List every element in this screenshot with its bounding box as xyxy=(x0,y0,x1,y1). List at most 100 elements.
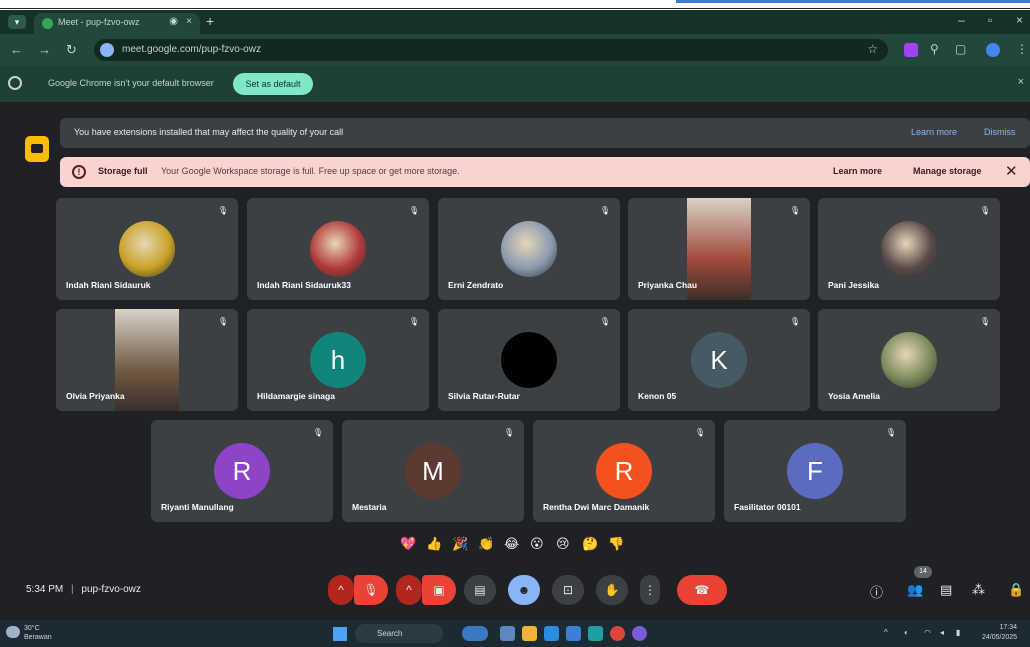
mic-muted-icon: 🎙 xyxy=(694,428,705,437)
mic-muted-icon: 🎙 xyxy=(503,428,514,437)
reaction-emoji[interactable]: 🤔 xyxy=(582,536,598,552)
menu-kebab-icon[interactable]: ⋮ xyxy=(1016,42,1028,56)
reaction-emoji[interactable]: 👏 xyxy=(478,536,494,552)
start-menu-icon[interactable] xyxy=(333,627,347,641)
participant-tile[interactable]: K 🎙 Kenon 05 xyxy=(628,309,810,411)
wifi-icon[interactable]: ◠ xyxy=(924,628,931,637)
participant-tile[interactable]: M 🎙 Mestaria xyxy=(342,420,524,522)
extensions-learn-more-link[interactable]: Learn more xyxy=(911,127,957,137)
reload-icon[interactable]: ↻ xyxy=(66,42,77,58)
forward-icon[interactable]: → xyxy=(38,42,51,57)
captions-icon: ▤ xyxy=(474,583,486,597)
participant-tile[interactable]: 🎙 Priyanka Chau xyxy=(628,198,810,300)
reaction-emoji[interactable]: 👍 xyxy=(426,536,442,552)
extension-pin-icon[interactable]: ⚲ xyxy=(930,42,939,56)
video-options-button[interactable]: ^ xyxy=(396,575,422,605)
maximize-icon[interactable]: ▫ xyxy=(988,13,992,27)
storage-learn-more-link[interactable]: Learn more xyxy=(833,166,882,176)
tab-close-icon[interactable]: × xyxy=(186,16,192,27)
close-window-icon[interactable]: × xyxy=(1016,13,1023,27)
meeting-details-icon[interactable]: ⓘ xyxy=(870,582,883,601)
leave-call-button[interactable]: ☎ xyxy=(677,575,727,605)
store-icon[interactable] xyxy=(566,626,581,641)
extensions-dismiss-button[interactable]: Dismiss xyxy=(984,127,1016,137)
reaction-emoji[interactable]: 👎 xyxy=(608,536,624,552)
captions-button[interactable]: ▤ xyxy=(464,575,496,605)
participant-tile[interactable]: F 🎙 Fasilitator 00101 xyxy=(724,420,906,522)
participant-tile[interactable]: R 🎙 Riyanti Manullang xyxy=(151,420,333,522)
app-icon[interactable] xyxy=(632,626,647,641)
taskbar-clock[interactable]: 17:34 24/05/2025 xyxy=(982,623,1017,643)
participant-avatar xyxy=(501,332,557,388)
downloads-icon[interactable]: ▢ xyxy=(955,42,966,56)
participant-name: Olvia Priyanka xyxy=(66,391,125,401)
camera-off-button[interactable]: ▣ xyxy=(422,575,456,605)
tab-search-icon[interactable]: ▾ xyxy=(8,15,26,29)
address-bar[interactable]: meet.google.com/pup-fzvo-owz ☆ xyxy=(94,39,888,61)
top-strip xyxy=(0,0,1030,10)
site-info-icon[interactable] xyxy=(100,43,114,57)
minimize-icon[interactable]: – xyxy=(958,13,965,27)
tray-app-icon[interactable]: ◐ xyxy=(904,628,909,637)
host-controls-icon[interactable]: 🔒 xyxy=(1008,582,1024,598)
participant-tile[interactable]: 🎙 Indah Riani Sidauruk33 xyxy=(247,198,429,300)
participant-tile[interactable]: 🎙 Olvia Priyanka xyxy=(56,309,238,411)
audio-options-button[interactable]: ^ xyxy=(328,575,354,605)
infobar-close-icon[interactable]: × xyxy=(1018,76,1024,88)
extension-icon[interactable] xyxy=(904,43,918,57)
participant-tile[interactable]: 🎙 Indah Riani Sidauruk xyxy=(56,198,238,300)
reactions-button[interactable]: ☻ xyxy=(508,575,540,605)
file-explorer-icon[interactable] xyxy=(522,626,537,641)
chrome-taskbar-icon[interactable] xyxy=(610,626,625,641)
mic-off-button[interactable]: 🎙 xyxy=(354,575,388,605)
storage-close-icon[interactable]: ✕ xyxy=(1005,162,1018,180)
app-icon[interactable] xyxy=(588,626,603,641)
mic-muted-icon: 🎙 xyxy=(408,206,419,215)
activities-badge[interactable] xyxy=(25,136,49,162)
participant-tile[interactable]: 🎙 Silvia Rutar-Rutar xyxy=(438,309,620,411)
participant-tile[interactable]: 🎙 Yosia Amelia xyxy=(818,309,1000,411)
volume-icon[interactable]: ◂ xyxy=(940,628,944,637)
taskbar-search[interactable]: Search xyxy=(355,624,443,643)
raise-hand-button[interactable]: ✋ xyxy=(596,575,628,605)
battery-icon[interactable]: ▮ xyxy=(956,628,960,637)
reaction-emoji[interactable]: 😢 xyxy=(556,536,570,552)
participant-avatar-photo xyxy=(310,221,366,277)
participant-name: Indah Riani Sidauruk xyxy=(66,280,151,290)
bookmark-star-icon[interactable]: ☆ xyxy=(867,42,878,56)
divider xyxy=(0,8,1030,9)
tray-chevron-icon[interactable]: ^ xyxy=(884,628,888,637)
new-tab-icon[interactable]: + xyxy=(206,13,214,29)
set-default-button[interactable]: Set as default xyxy=(233,73,313,95)
participant-tile[interactable]: R 🎙 Rentha Dwi Marc Damanik xyxy=(533,420,715,522)
audio-playing-icon[interactable]: ◉ xyxy=(169,16,178,27)
activities-icon[interactable]: ⁂ xyxy=(972,582,985,598)
manage-storage-link[interactable]: Manage storage xyxy=(913,166,982,176)
reaction-emoji[interactable]: 💖 xyxy=(400,536,416,552)
task-view-icon[interactable] xyxy=(500,626,515,641)
reaction-emoji[interactable]: 😮 xyxy=(530,536,544,552)
more-options-button[interactable]: ⋮ xyxy=(640,575,660,605)
reaction-emoji[interactable]: 😂 xyxy=(504,536,519,552)
present-button[interactable]: ⊡ xyxy=(552,575,584,605)
widget-art-icon[interactable] xyxy=(462,626,488,641)
people-icon[interactable]: 👥 xyxy=(907,582,923,598)
weather-widget[interactable]: 30°C Berawan xyxy=(24,624,52,642)
warning-icon: ! xyxy=(72,165,86,179)
present-icon: ⊡ xyxy=(562,583,574,597)
participant-tile[interactable]: 🎙 Erni Zendrato xyxy=(438,198,620,300)
chat-icon[interactable]: ▤ xyxy=(940,582,952,598)
camera-off-icon: ▣ xyxy=(433,583,445,597)
infobar-message: Google Chrome isn't your default browser xyxy=(48,78,214,88)
participant-avatar-photo xyxy=(881,332,937,388)
edge-icon[interactable] xyxy=(544,626,559,641)
tab-meet[interactable]: Meet - pup-fzvo-owz ◉ × xyxy=(34,13,200,34)
participant-tile[interactable]: 🎙 Pani Jessika xyxy=(818,198,1000,300)
reaction-emoji[interactable]: 🎉 xyxy=(452,536,468,552)
participant-tile[interactable]: h 🎙 Hildamargie sinaga xyxy=(247,309,429,411)
emoji-icon: ☻ xyxy=(517,583,531,597)
weather-icon[interactable] xyxy=(6,626,20,638)
back-icon[interactable]: ← xyxy=(10,42,23,57)
mic-muted-icon: 🎙 xyxy=(599,317,610,326)
profile-avatar[interactable] xyxy=(986,43,1000,57)
